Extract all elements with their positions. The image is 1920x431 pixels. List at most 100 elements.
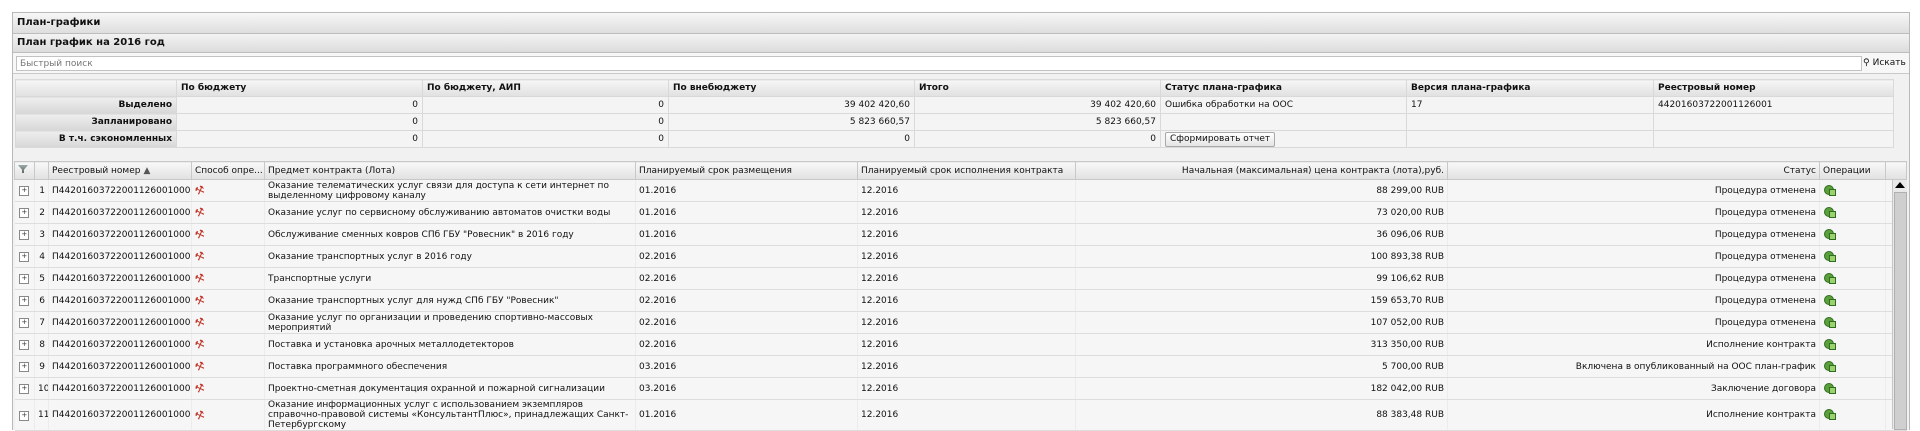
expand-cell: + (14, 355, 35, 378)
column-header-execution[interactable]: Планируемый срок исполнения контракта (857, 161, 1076, 180)
operations-cell[interactable] (1819, 399, 1886, 431)
placement-date: 02.2016 (635, 245, 858, 268)
procedure-status: Заключение договора (1447, 377, 1820, 400)
execution-date: 12.2016 (857, 289, 1076, 312)
row-number: 10 (34, 377, 49, 400)
operations-cell[interactable] (1819, 311, 1886, 334)
auction-hammer-icon: ⚒ (193, 292, 207, 309)
grid-filter-header[interactable] (14, 161, 35, 180)
operations-icon[interactable] (1823, 360, 1836, 372)
column-header-subject[interactable]: Предмет контракта (Лота) (264, 161, 636, 180)
grid-scrollbar[interactable] (1892, 180, 1907, 430)
operations-cell[interactable] (1819, 245, 1886, 268)
expand-icon[interactable]: + (19, 252, 30, 262)
summary-empty (1406, 130, 1654, 148)
expand-icon[interactable]: + (19, 274, 30, 284)
auction-hammer-icon: ⚒ (193, 407, 207, 423)
initial-price: 88 299,00 RUB (1075, 179, 1448, 202)
expand-icon[interactable]: + (19, 410, 30, 421)
execution-date: 12.2016 (857, 267, 1076, 290)
expand-icon[interactable]: + (19, 230, 30, 240)
expand-icon[interactable]: + (19, 318, 30, 328)
table-row[interactable]: +3П44201603722001126001000048⚒ Обслуживан… (14, 223, 1907, 246)
initial-price: 100 893,38 RUB (1075, 245, 1448, 268)
expand-cell: + (14, 333, 35, 356)
summary-cell: 39 402 420,60 (914, 96, 1161, 114)
table-row[interactable]: +5П44201603722001126001000052⚒ Транспортн… (14, 267, 1907, 290)
column-header-status[interactable]: Статус (1447, 161, 1820, 180)
expand-icon[interactable]: + (19, 340, 30, 350)
summary-cell: 0 (176, 113, 423, 131)
operations-cell[interactable] (1819, 289, 1886, 312)
operations-icon[interactable] (1823, 206, 1836, 218)
row-number: 4 (34, 245, 49, 268)
operations-cell[interactable] (1819, 267, 1886, 290)
operations-cell[interactable] (1819, 355, 1886, 378)
search-button[interactable]: ⚲ Искать (1863, 56, 1906, 70)
expand-cell: + (14, 201, 35, 224)
placement-date: 01.2016 (635, 223, 858, 246)
registry-number: П44201603722001126001000047 (48, 201, 192, 224)
auction-hammer-icon: ⚒ (193, 182, 207, 199)
operations-icon[interactable] (1823, 382, 1836, 394)
operations-icon[interactable] (1823, 316, 1836, 328)
plan-subtitle: План график на 2016 год (13, 34, 1909, 53)
column-header-price[interactable]: Начальная (максимальная) цена контракта … (1075, 161, 1448, 180)
table-row[interactable]: +2П44201603722001126001000047⚒ Оказание у… (14, 201, 1907, 224)
row-number: 5 (34, 267, 49, 290)
column-header-registry[interactable]: Реестровый номер ▲ (48, 161, 192, 180)
operations-icon[interactable] (1823, 184, 1836, 196)
initial-price: 5 700,00 RUB (1075, 355, 1448, 378)
contract-subject: Транспортные услуги (264, 267, 636, 290)
operations-icon[interactable] (1823, 294, 1836, 306)
operations-icon[interactable] (1823, 338, 1836, 350)
summary-header: Статус плана-графика (1160, 79, 1407, 97)
expand-icon[interactable]: + (19, 208, 30, 218)
initial-price: 313 350,00 RUB (1075, 333, 1448, 356)
auction-hammer-icon: ⚒ (193, 226, 207, 243)
summary-row-label: В т.ч. сэкономленных (15, 130, 177, 148)
table-row[interactable]: +1П44201603722001126001000044⚒ Оказание т… (14, 179, 1907, 202)
operations-cell[interactable] (1819, 333, 1886, 356)
procedure-status: Процедура отменена (1447, 289, 1820, 312)
method-cell: ⚒ (191, 245, 265, 268)
auction-hammer-icon: ⚒ (193, 248, 207, 265)
table-row[interactable]: +11П44201603722001126001000004⚒ Оказание … (14, 399, 1907, 431)
operations-icon[interactable] (1823, 272, 1836, 284)
operations-icon[interactable] (1823, 408, 1836, 420)
registry-number: П44201603722001126001000052 (48, 267, 192, 290)
expand-icon[interactable]: + (19, 384, 30, 394)
contract-subject: Оказание транспортных услуг в 2016 году (264, 245, 636, 268)
expand-icon[interactable]: + (19, 362, 30, 372)
initial-price: 99 106,62 RUB (1075, 267, 1448, 290)
procedure-status: Процедура отменена (1447, 245, 1820, 268)
expand-icon[interactable]: + (19, 296, 30, 306)
table-row[interactable]: +9П44201603722001126001000002⚒ Поставка п… (14, 355, 1907, 378)
table-row[interactable]: +4П44201603722001126001000051⚒ Оказание т… (14, 245, 1907, 268)
expand-icon[interactable]: + (19, 186, 30, 196)
scroll-up-icon[interactable] (1895, 182, 1905, 188)
execution-date: 12.2016 (857, 333, 1076, 356)
generate-report-button[interactable]: Сформировать отчет (1165, 131, 1276, 147)
placement-date: 02.2016 (635, 311, 858, 334)
placement-date: 01.2016 (635, 399, 858, 431)
operations-cell[interactable] (1819, 201, 1886, 224)
procedure-status: Исполнение контракта (1447, 399, 1820, 431)
operations-cell[interactable] (1819, 377, 1886, 400)
execution-date: 12.2016 (857, 311, 1076, 334)
method-cell: ⚒ (191, 355, 265, 378)
operations-icon[interactable] (1823, 228, 1836, 240)
scroll-thumb[interactable] (1894, 192, 1907, 430)
operations-cell[interactable] (1819, 179, 1886, 202)
table-row[interactable]: +6П44201603722001126001000053⚒ Оказание т… (14, 289, 1907, 312)
table-row[interactable]: +7П44201603722001126001000054⚒ Оказание у… (14, 311, 1907, 334)
operations-cell[interactable] (1819, 223, 1886, 246)
column-header-placement[interactable]: Планируемый срок размещения (635, 161, 858, 180)
table-row[interactable]: +10П44201603722001126001000003⚒ Проектно-… (14, 377, 1907, 400)
table-row[interactable]: +8П44201603722001126001000001⚒ Поставка и… (14, 333, 1907, 356)
column-header-operations[interactable]: Операции (1819, 161, 1886, 180)
registry-number: П44201603722001126001000044 (48, 179, 192, 202)
quick-search-input[interactable] (16, 56, 1862, 71)
column-header-method[interactable]: Способ опре... (191, 161, 265, 180)
operations-icon[interactable] (1823, 250, 1836, 262)
